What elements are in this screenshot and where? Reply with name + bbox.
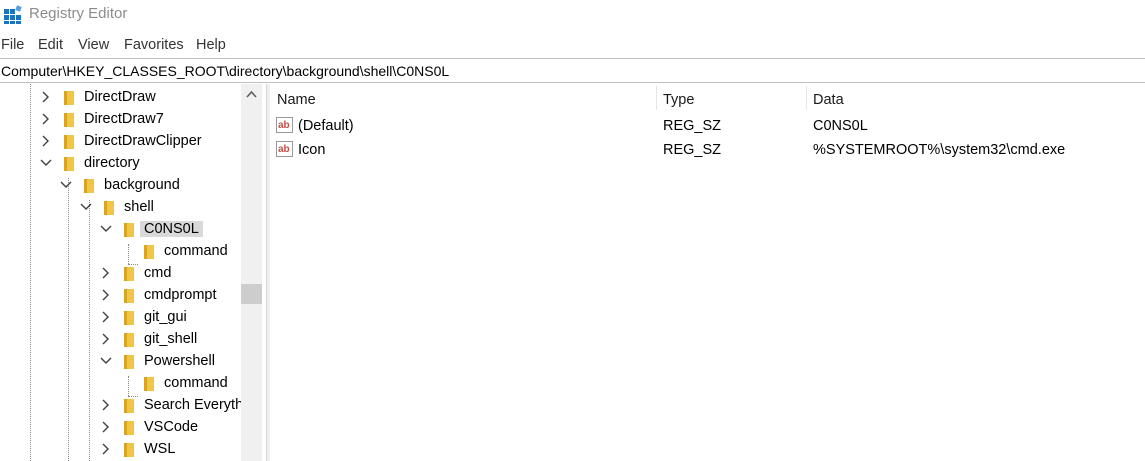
tree-item-label: git_shell [144, 331, 198, 347]
chevron-right-icon[interactable] [100, 266, 112, 280]
chevron-down-icon[interactable] [100, 354, 112, 368]
window-title: Registry Editor [29, 5, 128, 22]
tree-item-label: DirectDraw7 [84, 111, 164, 127]
chevron-down-icon[interactable] [40, 156, 52, 170]
folder-icon [124, 399, 134, 413]
folder-icon [144, 245, 154, 259]
menu-favorites[interactable]: Favorites [124, 37, 184, 53]
column-separator[interactable] [806, 86, 807, 110]
tree-item-label: DirectDraw [84, 89, 156, 105]
chevron-down-icon[interactable] [60, 178, 72, 192]
folder-icon [64, 91, 74, 105]
address-bar[interactable]: Computer\HKEY_CLASSES_ROOT\directory\bac… [0, 58, 1145, 83]
chevron-right-icon[interactable] [100, 332, 112, 346]
svg-text:ab: ab [278, 120, 290, 131]
tree-item[interactable]: shell [80, 196, 240, 218]
tree-item-label: WSL [144, 441, 176, 457]
chevron-right-icon[interactable] [100, 420, 112, 434]
chevron-right-icon[interactable] [100, 310, 112, 324]
tree-item-label: shell [124, 199, 154, 215]
folder-icon [84, 179, 94, 193]
menu-edit[interactable]: Edit [38, 37, 63, 53]
scroll-up-arrow-icon[interactable] [246, 90, 257, 98]
menu-help[interactable]: Help [196, 37, 226, 53]
value-row-icon[interactable]: ab Icon REG_SZ %SYSTEMROOT%\system32\cmd… [270, 138, 1140, 160]
folder-icon [104, 201, 114, 215]
folder-icon [124, 355, 134, 369]
key-tree: DirectDraw DirectDraw7 DirectDrawClipper di… [0, 84, 262, 461]
tree-item[interactable]: DirectDrawClipper [40, 130, 240, 152]
tree-guide-line [68, 178, 69, 461]
folder-icon [124, 333, 134, 347]
registry-editor-icon [4, 5, 22, 24]
scrollbar-thumb[interactable] [241, 284, 262, 304]
folder-icon [124, 223, 134, 237]
tree-item[interactable]: background [60, 174, 240, 196]
folder-icon [124, 421, 134, 435]
menu-file[interactable]: File [1, 37, 24, 53]
tree-item[interactable]: DirectDraw7 [40, 108, 240, 130]
tree-item[interactable]: DirectDraw [40, 86, 240, 108]
value-name: (Default) [298, 118, 354, 134]
string-value-icon: ab [276, 141, 293, 157]
chevron-down-icon[interactable] [100, 222, 112, 236]
tree-item-label: C0NS0L [140, 221, 203, 237]
menu-view[interactable]: View [78, 37, 109, 53]
chevron-right-icon[interactable] [100, 442, 112, 456]
value-row-default[interactable]: ab (Default) REG_SZ C0NS0L [270, 114, 1140, 136]
tree-item-label: background [104, 177, 180, 193]
tree-item-label: cmdprompt [144, 287, 217, 303]
tree-item[interactable]: cmd [100, 262, 240, 284]
tree-item[interactable]: directory [40, 152, 240, 174]
value-type: REG_SZ [663, 142, 722, 158]
folder-icon [64, 135, 74, 149]
chevron-right-icon[interactable] [40, 134, 52, 148]
tree-item[interactable]: VSCode [100, 416, 240, 438]
tree-item[interactable]: Powershell [100, 350, 240, 372]
tree-item-label: Powershell [144, 353, 215, 369]
tree-scrollbar[interactable] [241, 84, 262, 461]
value-data: %SYSTEMROOT%\system32\cmd.exe [813, 142, 1066, 158]
svg-text:ab: ab [278, 144, 290, 155]
folder-icon [144, 377, 154, 391]
tree-item[interactable]: C0NS0L [100, 218, 240, 240]
folder-icon [64, 113, 74, 127]
tree-item[interactable]: command [120, 240, 240, 262]
chevron-down-icon[interactable] [80, 200, 92, 214]
address-path[interactable]: Computer\HKEY_CLASSES_ROOT\directory\bac… [1, 63, 449, 79]
tree-item[interactable]: cmdprompt [100, 284, 240, 306]
value-data: C0NS0L [813, 118, 868, 134]
tree-item[interactable]: git_gui [100, 306, 240, 328]
tree-item-label: git_gui [144, 309, 187, 325]
value-name: Icon [298, 142, 326, 158]
tree-item-label: VSCode [144, 419, 199, 435]
title-bar: Registry Editor [0, 0, 1145, 32]
chevron-right-icon[interactable] [100, 288, 112, 302]
folder-icon [124, 267, 134, 281]
value-type: REG_SZ [663, 118, 722, 134]
tree-item-label: directory [84, 155, 140, 171]
folder-icon [64, 157, 74, 171]
tree-guide-line [89, 200, 90, 461]
tree-item-label: command [164, 243, 228, 259]
string-value-icon: ab [276, 117, 293, 133]
tree-guide-line [30, 84, 31, 461]
chevron-right-icon[interactable] [40, 90, 52, 104]
tree-item[interactable]: command [120, 372, 240, 394]
column-separator[interactable] [656, 86, 657, 110]
menu-bar: File Edit View Favorites Help [0, 36, 1145, 56]
chevron-right-icon[interactable] [40, 112, 52, 126]
tree-item[interactable]: Search Everything [100, 394, 262, 416]
tree-item[interactable]: WSL [100, 438, 240, 460]
folder-icon [124, 289, 134, 303]
tree-item-label: command [164, 375, 228, 391]
tree-item-label: DirectDrawClipper [84, 133, 202, 149]
chevron-right-icon[interactable] [100, 398, 112, 412]
tree-item[interactable]: git_shell [100, 328, 240, 350]
tree-item-label: cmd [144, 265, 172, 281]
folder-icon [124, 311, 134, 325]
folder-icon [124, 443, 134, 457]
values-list: Name Type Data ab (Default) REG_SZ C0NS0… [270, 84, 1145, 461]
